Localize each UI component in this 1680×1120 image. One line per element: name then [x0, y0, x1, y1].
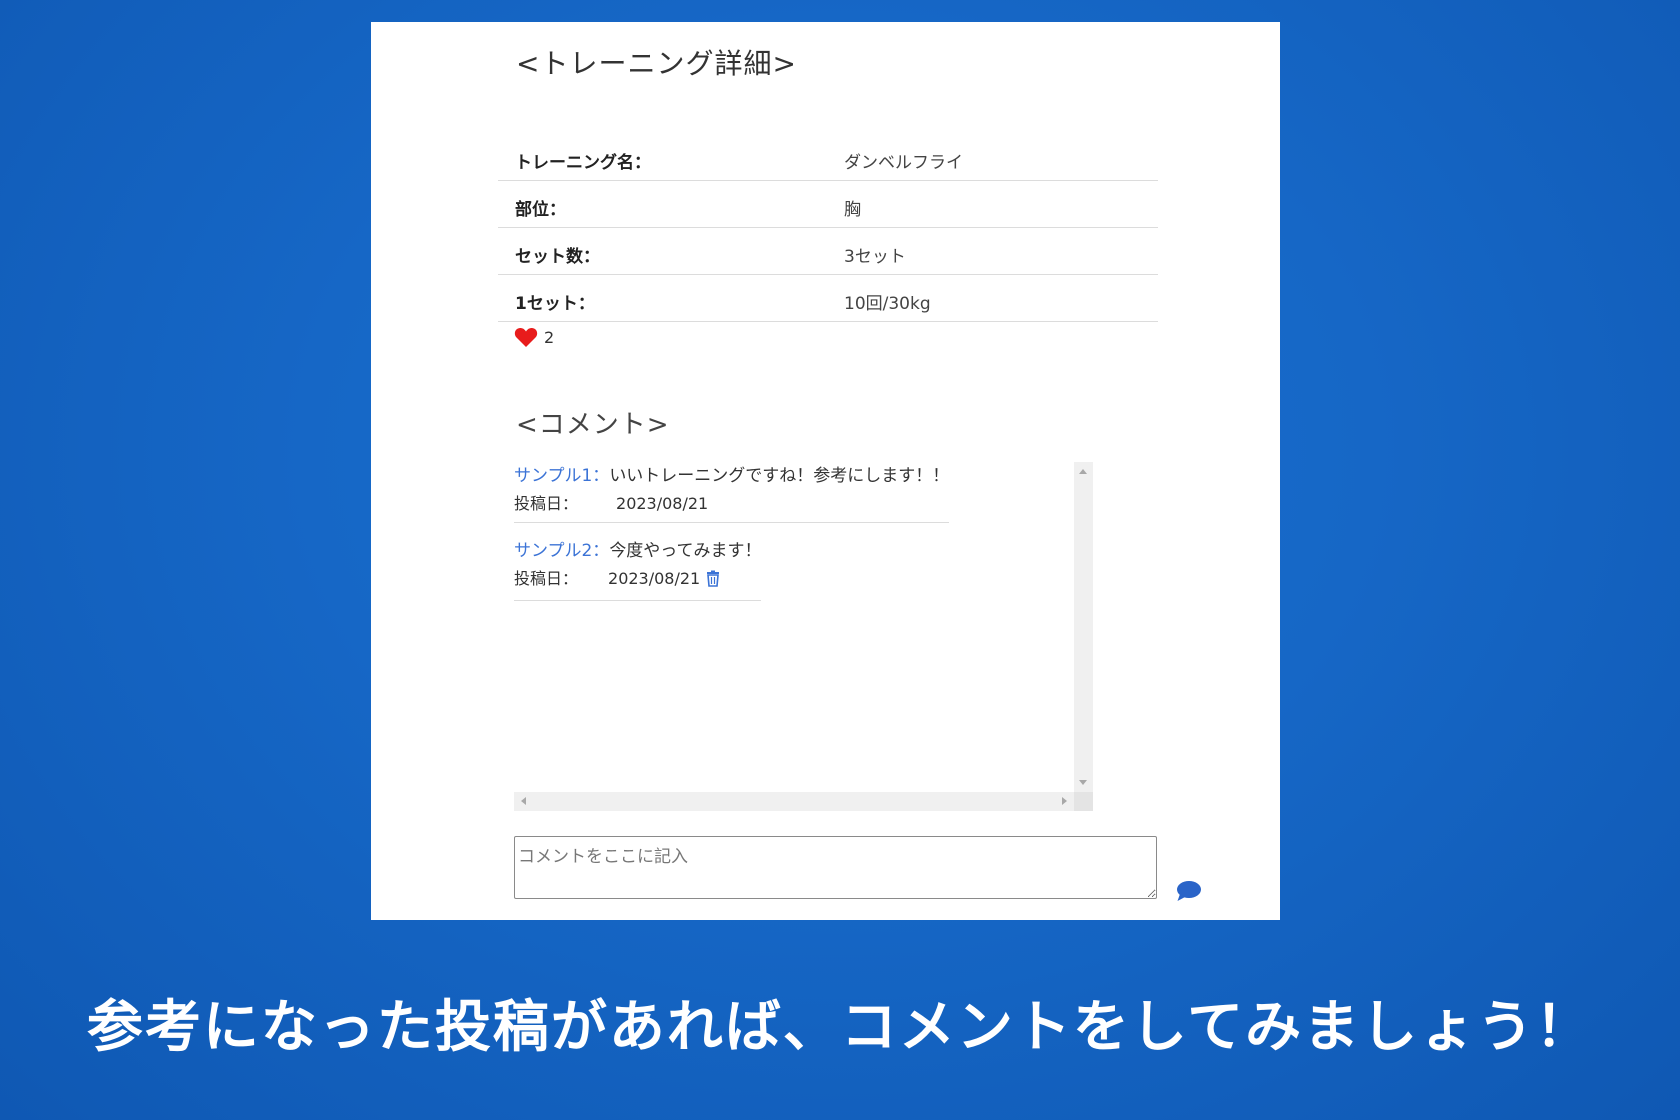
detail-label: セット数： — [515, 247, 600, 267]
page-title: <トレーニング詳細> — [516, 47, 797, 80]
detail-row-body-part: 部位： 胸 — [498, 181, 1158, 228]
detail-label: 部位： — [515, 200, 566, 220]
comment-input[interactable] — [514, 836, 1157, 899]
detail-row-name: トレーニング名： ダンベルフライ — [498, 134, 1158, 181]
caption-text: 参考になった投稿があれば、コメントをしてみましょう！ — [86, 995, 1594, 1060]
detail-value: 3セット — [844, 247, 906, 267]
comment-item: サンプル2：今度やってみます！ 投稿日： 2023/08/21 — [514, 537, 762, 601]
heart-icon[interactable] — [514, 326, 538, 348]
detail-row-per-set: 1セット： 10回/30kg — [498, 275, 1158, 322]
comment-date-label: 投稿日： — [514, 569, 579, 588]
detail-label: 1セット： — [515, 294, 595, 314]
comment-text: 今度やってみます！ — [609, 541, 762, 561]
comment-date-label: 投稿日： — [514, 494, 579, 513]
comment-section-title: <コメント> — [516, 410, 670, 440]
scrollbar-corner — [1074, 792, 1093, 811]
like-button[interactable]: 2 — [514, 324, 554, 350]
trash-icon[interactable] — [706, 568, 720, 596]
comment-list[interactable]: サンプル1：いいトレーニングですね！参考にします！！ 投稿日： 2023/08/2… — [514, 462, 1093, 811]
scroll-right-arrow-icon[interactable] — [1062, 797, 1067, 805]
scroll-up-arrow-icon[interactable] — [1079, 469, 1087, 474]
comment-list-content: サンプル1：いいトレーニングですね！参考にします！！ 投稿日： 2023/08/2… — [514, 462, 950, 615]
horizontal-scrollbar[interactable] — [514, 792, 1074, 811]
like-count: 2 — [544, 327, 555, 347]
scroll-left-arrow-icon[interactable] — [521, 797, 526, 805]
scroll-down-arrow-icon[interactable] — [1079, 780, 1087, 785]
training-detail-panel: <トレーニング詳細> トレーニング名： ダンベルフライ 部位： 胸 セット数： … — [371, 22, 1280, 920]
detail-row-sets: セット数： 3セット — [498, 228, 1158, 275]
detail-label: トレーニング名： — [515, 153, 651, 173]
comment-bubble-icon[interactable] — [1176, 880, 1202, 902]
comment-text: いいトレーニングですね！参考にします！！ — [609, 466, 950, 486]
detail-table: トレーニング名： ダンベルフライ 部位： 胸 セット数： 3セット 1セット： … — [498, 134, 1158, 322]
comment-user-link[interactable]: サンプル1： — [514, 466, 609, 486]
comment-date: 2023/08/21 — [608, 569, 701, 588]
detail-value: ダンベルフライ — [844, 153, 963, 173]
comment-user-link[interactable]: サンプル2： — [514, 541, 609, 561]
detail-value: 10回/30kg — [844, 294, 931, 314]
detail-value: 胸 — [844, 200, 861, 220]
vertical-scrollbar[interactable] — [1074, 462, 1093, 792]
comment-item: サンプル1：いいトレーニングですね！参考にします！！ 投稿日： 2023/08/2… — [514, 462, 950, 523]
comment-date: 2023/08/21 — [616, 494, 709, 513]
